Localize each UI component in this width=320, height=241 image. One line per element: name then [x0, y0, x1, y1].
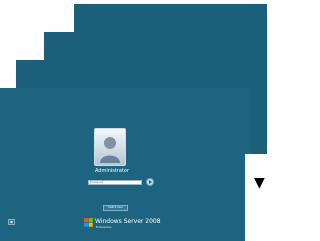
user-avatar-tile[interactable]: [94, 128, 126, 166]
ease-of-access-icon[interactable]: [8, 219, 15, 225]
user-avatar-icon: [100, 137, 120, 163]
username-label: Administrator: [94, 168, 130, 174]
arrow-right-icon[interactable]: [146, 178, 154, 186]
white-gap: [245, 154, 267, 241]
product-edition: Enterprise: [96, 225, 112, 229]
mouse-cursor-icon: ▼: [254, 175, 265, 191]
windows-flag-icon: [84, 218, 93, 227]
switch-user-button[interactable]: Switch User: [103, 205, 128, 211]
password-field[interactable]: [88, 180, 142, 185]
